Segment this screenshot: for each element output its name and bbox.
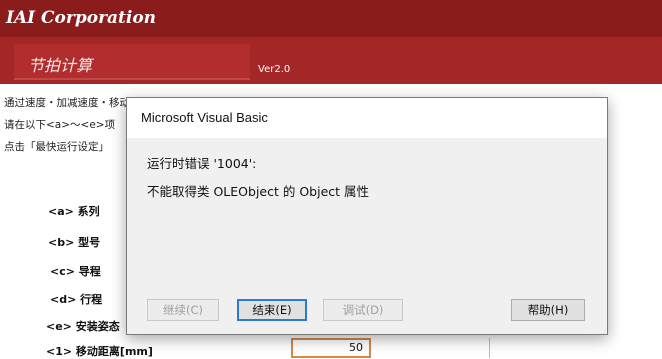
error-dialog: Microsoft Visual Basic 运行时错误 '1004': 不能取… xyxy=(126,97,608,335)
end-button[interactable]: 结束(E) xyxy=(237,299,307,321)
field-label-mounting: <e> 安装姿态 xyxy=(46,320,120,333)
description-line-2: 请在以下<a>～<e>项 xyxy=(4,119,116,131)
dialog-title: Microsoft Visual Basic xyxy=(141,110,268,125)
continue-button: 继续(C) xyxy=(147,299,219,321)
help-button[interactable]: 帮助(H) xyxy=(511,299,585,321)
debug-button: 调试(D) xyxy=(323,299,403,321)
cell-divider xyxy=(489,338,490,358)
error-message-text: 不能取得类 OLEObject 的 Object 属性 xyxy=(147,184,370,199)
field-label-lead: <c> 导程 xyxy=(50,265,101,278)
distance-input[interactable]: 50 xyxy=(291,338,371,358)
company-logo: IAI Corporation xyxy=(6,8,157,28)
version-label: Ver2.0 xyxy=(258,64,291,75)
header-bar: IAI Corporation xyxy=(0,0,662,37)
field-label-distance: <1> 移动距离[mm] xyxy=(46,345,153,358)
error-code-text: 运行时错误 '1004': xyxy=(147,156,257,171)
field-label-stroke: <d> 行程 xyxy=(50,293,103,306)
description-line-3: 点击「最快运行设定」 xyxy=(4,141,109,153)
field-label-series: <a> 系列 xyxy=(48,205,100,218)
dialog-body: 运行时错误 '1004': 不能取得类 OLEObject 的 Object 属… xyxy=(127,138,607,334)
field-label-model: <b> 型号 xyxy=(48,236,101,249)
calc-title: 节拍计算 xyxy=(28,56,93,75)
